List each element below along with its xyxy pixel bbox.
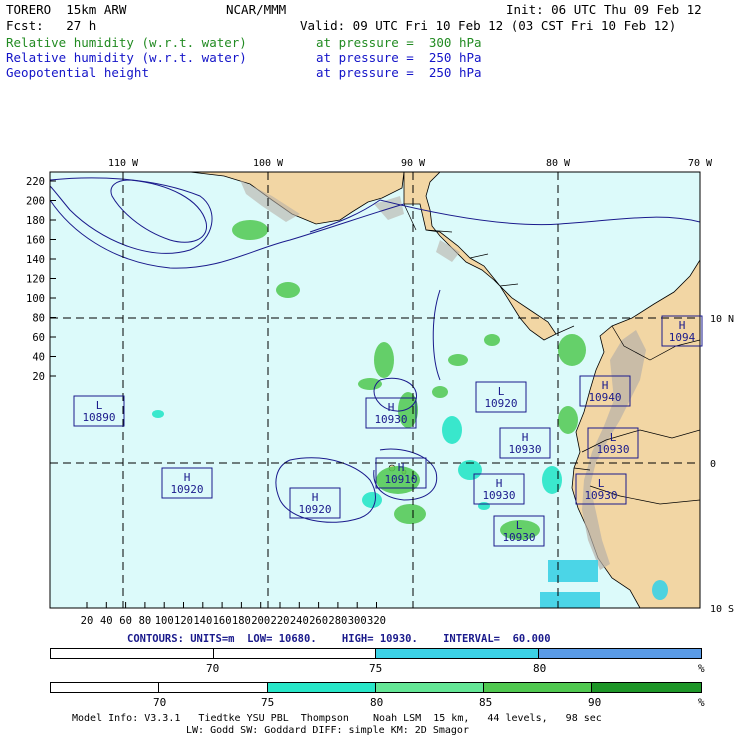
colorbar-segment (159, 683, 268, 692)
colorbar-250hpa (50, 648, 702, 659)
latitude-label: 0 (710, 459, 716, 470)
x-tick-label: 300 (348, 615, 367, 627)
y-tick-label: 200 (26, 196, 45, 208)
y-tick-label: 40 (32, 352, 45, 364)
pressure-center-value: 10890 (82, 411, 115, 424)
pressure-center-value: 10930 (502, 531, 535, 544)
colorbar-segment (538, 649, 701, 658)
x-tick-label: 60 (119, 615, 132, 627)
x-tick-label: 240 (290, 615, 309, 627)
colorbar2-label-80: 80 (370, 696, 384, 709)
pressure-center-value: 10930 (482, 489, 515, 502)
contour-info: CONTOURS: UNITS=m LOW= 10680. HIGH= 1093… (127, 633, 551, 645)
y-tick-label: 160 (26, 235, 45, 247)
colorbar-300hpa (50, 682, 702, 693)
colorbar1-label-70: 70 (206, 662, 220, 675)
colorbar1-label-pct: % (698, 662, 705, 675)
x-tick-label: 180 (232, 615, 251, 627)
y-tick-label: 60 (32, 332, 45, 344)
pressure-center-value: 10940 (588, 391, 621, 404)
colorbar-segment (375, 683, 485, 692)
pressure-center-value: 10920 (484, 397, 517, 410)
x-tick-label: 220 (271, 615, 290, 627)
x-tick-label: 320 (367, 615, 386, 627)
x-tick-label: 140 (193, 615, 212, 627)
colorbar2-label-90: 90 (588, 696, 602, 709)
x-tick-label: 260 (309, 615, 328, 627)
colorbar-segment (267, 683, 376, 692)
longitude-label: 110 W (108, 158, 139, 169)
x-tick-label: 80 (139, 615, 152, 627)
latitude-labels: 10 N 0 10 S (710, 314, 734, 615)
colorbar-segment (51, 683, 160, 692)
x-tick-label: 200 (251, 615, 270, 627)
longitude-label: 100 W (253, 158, 284, 169)
pressure-center-value: 10930 (374, 413, 407, 426)
colorbar-segment (51, 649, 214, 658)
y-tick-label: 220 (26, 176, 45, 188)
x-tick-label: 100 (155, 615, 174, 627)
longitude-label: 70 W (688, 158, 713, 169)
pressure-center-value: 1094 (669, 331, 696, 344)
colorbar1-label-75: 75 (369, 662, 383, 675)
latitude-label: 10 S (710, 604, 734, 615)
weather-map: L10890H10920H10920H10930H10910L10920H109… (26, 158, 734, 627)
pressure-center-value: 10910 (384, 473, 417, 486)
model-info: Model Info: V3.3.1 Tiedtke YSU PBL Thomp… (72, 713, 602, 724)
y-tick-label: 140 (26, 254, 45, 266)
longitude-label: 80 W (546, 158, 571, 169)
physics-info: LW: Godd SW: Goddard DIFF: simple KM: 2D… (186, 725, 469, 736)
x-tick-label: 280 (328, 615, 347, 627)
pressure-center-value: 10930 (508, 443, 541, 456)
pressure-center-value: 10920 (298, 503, 331, 516)
colorbar2-label-70: 70 (153, 696, 167, 709)
y-tick-label: 80 (32, 313, 45, 325)
colorbar2-label-pct: % (698, 696, 705, 709)
pressure-center-value: 10920 (170, 483, 203, 496)
x-tick-label: 120 (174, 615, 193, 627)
latitude-label: 10 N (710, 314, 734, 325)
x-tick-label: 40 (100, 615, 113, 627)
colorbar-segment (376, 649, 539, 658)
pressure-center-value: 10930 (584, 489, 617, 502)
x-tick-label: 20 (81, 615, 94, 627)
colorbar2-label-75: 75 (261, 696, 275, 709)
y-tick-label: 180 (26, 215, 45, 227)
colorbar-segment (484, 683, 593, 692)
colorbar1-label-80: 80 (533, 662, 547, 675)
colorbar-segment (592, 683, 701, 692)
colorbar2-label-85: 85 (479, 696, 493, 709)
y-tick-label: 100 (26, 293, 45, 305)
longitude-labels: 110 W 100 W 90 W 80 W 70 W (108, 158, 713, 169)
x-tick-label: 160 (213, 615, 232, 627)
y-tick-label: 20 (32, 371, 45, 383)
pressure-center-value: 10930 (596, 443, 629, 456)
y-tick-label: 120 (26, 274, 45, 286)
colorbar-segment (213, 649, 376, 658)
longitude-label: 90 W (401, 158, 426, 169)
